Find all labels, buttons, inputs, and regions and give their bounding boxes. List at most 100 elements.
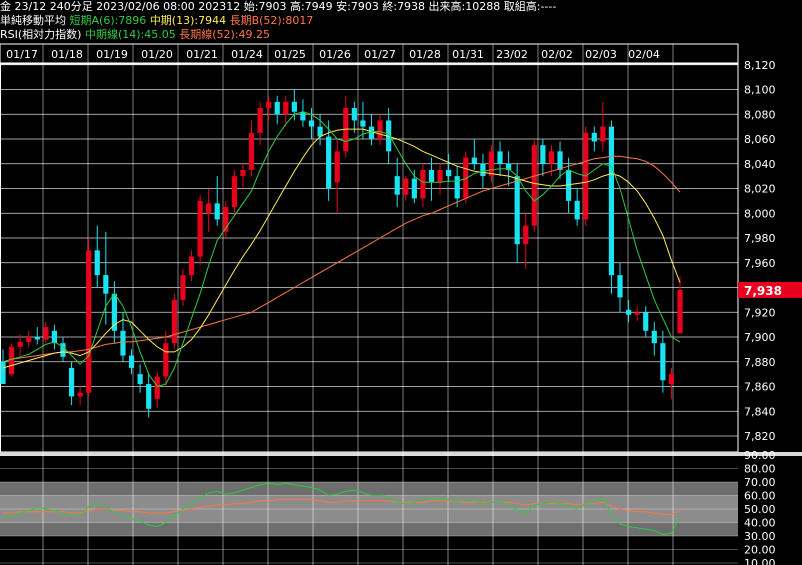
candle-body [420, 169, 426, 199]
candle-body [514, 176, 520, 245]
date-tick-label: 01/21 [186, 48, 218, 61]
price-tick-label: 7,860 [744, 381, 776, 394]
rsi-tick-label: 20.00 [744, 544, 776, 557]
candle-body [471, 157, 477, 164]
candle-body [103, 275, 109, 294]
rsi-tick-label: 60.00 [744, 490, 776, 503]
candle-body [591, 132, 597, 142]
price-tick-label: 7,820 [744, 430, 776, 443]
candle-body [120, 330, 126, 356]
candle-body [403, 178, 409, 195]
rsi-tick-label: 30.00 [744, 530, 776, 543]
candle-body [60, 343, 66, 357]
rsi-tick-label: 70.00 [744, 476, 776, 489]
price-tick-label: 7,840 [744, 405, 776, 418]
last-price-label: 7,938 [744, 284, 782, 298]
candle-body [308, 120, 315, 127]
candle-body [300, 111, 306, 121]
candle-body [446, 169, 452, 177]
candle-body [51, 330, 58, 344]
candle-body [291, 101, 297, 112]
candle-body [171, 299, 177, 344]
price-tick-label: 7,980 [744, 232, 776, 245]
candle-body [317, 126, 323, 137]
date-tick-label: 23/02 [496, 48, 528, 61]
candle-body [214, 203, 220, 220]
candle-body [557, 151, 563, 170]
candle-body [617, 275, 623, 298]
candle-body [368, 126, 375, 139]
date-tick-label: 02/04 [628, 48, 660, 61]
candle-body [283, 101, 289, 115]
candle-body [154, 376, 160, 399]
candle-body [0, 361, 6, 385]
ma-mid-line [2, 128, 681, 369]
candle-body [600, 126, 606, 142]
candle-body [188, 256, 195, 276]
candle-body [206, 203, 212, 214]
price-tick-label: 7,880 [744, 356, 776, 369]
date-tick-label: 02/02 [541, 48, 573, 61]
price-panel-frame [0, 63, 739, 453]
date-tick-label: 01/19 [96, 48, 128, 61]
date-tick-label: 01/26 [319, 48, 351, 61]
candle-body [77, 392, 83, 397]
date-tick-label: 01/31 [452, 48, 484, 61]
candle-body [180, 275, 186, 300]
candle-body [163, 343, 169, 377]
candle-body [411, 178, 417, 199]
candle-body [351, 108, 357, 121]
price-tick-label: 7,960 [744, 257, 776, 270]
price-tick-label: 8,080 [744, 108, 776, 121]
price-tick-label: 8,120 [744, 59, 776, 72]
candle-body [94, 250, 100, 276]
date-tick-label: 01/27 [364, 48, 396, 61]
ma-short-line [2, 111, 681, 388]
candle-body [86, 250, 92, 393]
rsi-tick-label: 40.00 [744, 517, 776, 530]
candle-body [643, 312, 649, 331]
candle-body [377, 120, 383, 139]
candle-body [34, 337, 40, 340]
panel-separator [0, 452, 802, 456]
candle-body [625, 309, 632, 315]
candle-body [540, 145, 546, 164]
date-tick-label: 01/20 [141, 48, 173, 61]
date-tick-label: 01/28 [409, 48, 441, 61]
candle-body [68, 367, 75, 397]
rsi-tick-label: 80.00 [744, 463, 776, 476]
candle-body [428, 169, 435, 183]
candle-body [677, 289, 683, 334]
candle-body [488, 151, 495, 177]
candle-body [548, 151, 555, 164]
candle-body [26, 337, 32, 342]
candle-body [266, 101, 272, 109]
candle-body [248, 132, 255, 170]
candle-body [43, 327, 49, 340]
price-tick-label: 8,000 [744, 207, 776, 220]
price-tick-label: 7,900 [744, 331, 776, 344]
date-tick-label: 01/25 [274, 48, 306, 61]
candle-body [574, 200, 580, 220]
price-tick-label: 8,020 [744, 183, 776, 196]
candle-body [326, 136, 332, 189]
candle-body [608, 126, 615, 276]
price-tick-label: 8,040 [744, 158, 776, 171]
candle-body [523, 225, 529, 245]
candle-body [334, 151, 340, 183]
candle-body [454, 176, 460, 199]
candle-body [668, 374, 675, 385]
candle-body [128, 355, 135, 368]
candle-body [497, 151, 503, 164]
candle-body [8, 346, 15, 375]
candle-body [634, 312, 640, 315]
candle-body [17, 341, 23, 347]
rsi-tick-label: 50.00 [744, 503, 776, 516]
rsi-tick-label: 10.00 [744, 557, 776, 565]
date-tick-label: 01/24 [231, 48, 263, 61]
price-tick-label: 8,100 [744, 84, 776, 97]
candle-body [231, 176, 237, 208]
candle-body [651, 330, 657, 344]
candle-body [146, 384, 152, 409]
ma-long-line [2, 155, 681, 363]
